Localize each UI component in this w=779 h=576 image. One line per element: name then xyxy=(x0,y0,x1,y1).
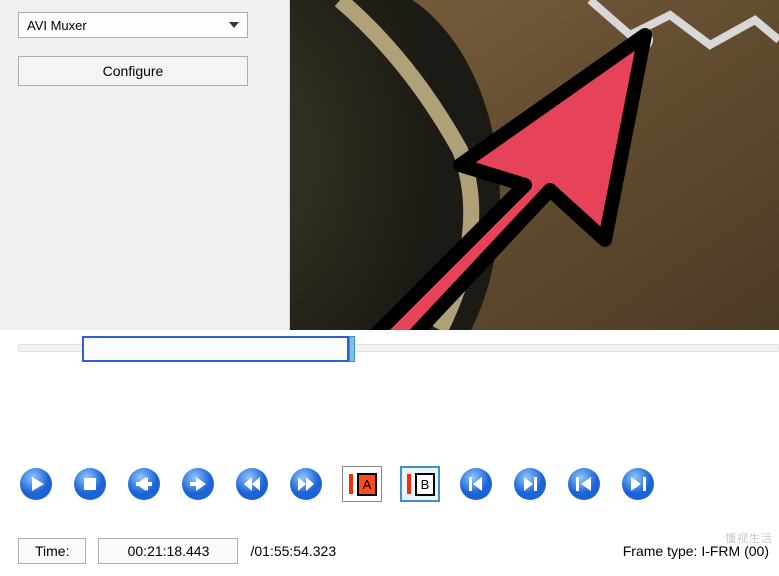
status-bar: Time: 00:21:18.443 /01:55:54.323 Frame t… xyxy=(18,536,769,566)
output-format-panel: AVI Muxer Configure xyxy=(0,0,290,330)
letter-b-icon: B xyxy=(415,473,436,496)
transport-toolbar: A B xyxy=(18,466,656,502)
mark-in-icon xyxy=(349,474,353,494)
mark-a-button[interactable]: A xyxy=(342,466,382,502)
play-button[interactable] xyxy=(18,466,54,502)
chevron-down-icon xyxy=(229,22,239,28)
timeline-playhead[interactable] xyxy=(349,336,355,362)
goto-end-button[interactable] xyxy=(512,466,548,502)
next-cut-button[interactable] xyxy=(620,466,656,502)
time-total: /01:55:54.323 xyxy=(250,543,336,559)
back-button[interactable] xyxy=(126,466,162,502)
prev-cut-button[interactable] xyxy=(566,466,602,502)
forward-button[interactable] xyxy=(180,466,216,502)
prev-keyframe-button[interactable] xyxy=(234,466,270,502)
video-preview xyxy=(290,0,779,330)
mark-b-button[interactable]: B xyxy=(400,466,440,502)
muxer-selected-value: AVI Muxer xyxy=(27,18,87,33)
watermark: 懂视生活 xyxy=(725,530,773,546)
timeline[interactable] xyxy=(0,330,779,390)
timeline-selection[interactable] xyxy=(82,336,349,362)
stop-button[interactable] xyxy=(72,466,108,502)
goto-start-button[interactable] xyxy=(458,466,494,502)
mark-out-icon xyxy=(407,474,411,494)
muxer-select[interactable]: AVI Muxer xyxy=(18,12,248,38)
letter-a-icon: A xyxy=(357,473,378,496)
time-label: Time: xyxy=(18,538,86,564)
time-value-field[interactable]: 00:21:18.443 xyxy=(98,538,238,564)
configure-button[interactable]: Configure xyxy=(18,56,248,86)
next-keyframe-button[interactable] xyxy=(288,466,324,502)
